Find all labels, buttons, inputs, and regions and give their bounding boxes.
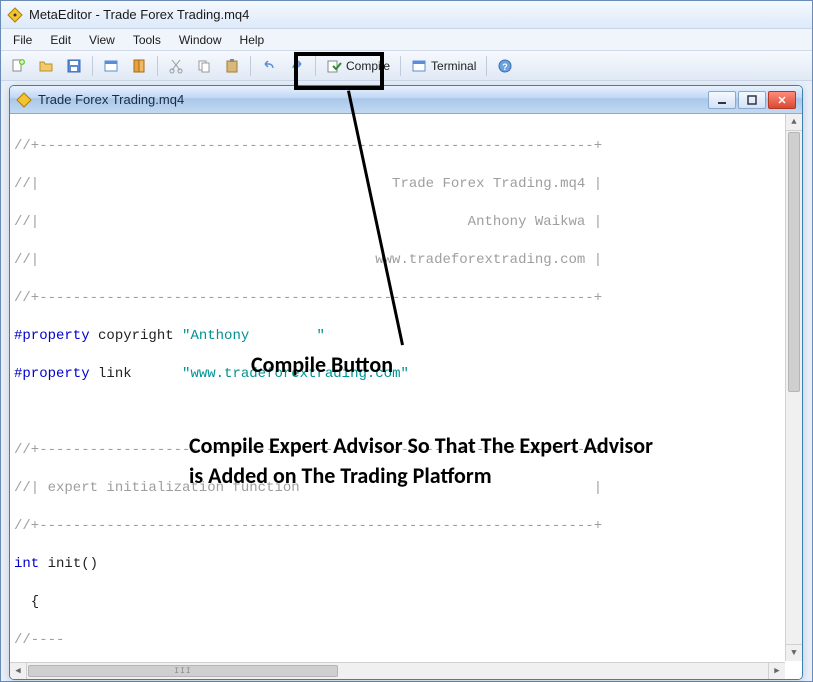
scroll-right-arrow[interactable]: ▶ (768, 663, 785, 679)
folder-open-icon (38, 58, 54, 74)
compile-label: Compile (346, 59, 390, 73)
open-button[interactable] (33, 54, 59, 78)
document-window: Trade Forex Trading.mq4 //+-------------… (9, 85, 803, 680)
vertical-scrollbar[interactable]: ▲ ▼ (785, 114, 802, 661)
toolbar-separator (486, 56, 487, 76)
scroll-left-arrow[interactable]: ◀ (10, 663, 27, 679)
scroll-down-arrow[interactable]: ▼ (786, 644, 802, 661)
cut-button[interactable] (163, 54, 189, 78)
help-button[interactable]: ? (492, 54, 518, 78)
new-button[interactable] (5, 54, 31, 78)
menu-file[interactable]: File (5, 31, 40, 49)
minimize-icon (717, 95, 727, 105)
app-icon (7, 7, 23, 23)
menu-window[interactable]: Window (171, 31, 230, 49)
client-area: Trade Forex Trading.mq4 //+-------------… (1, 81, 812, 681)
titlebar: MetaEditor - Trade Forex Trading.mq4 (1, 1, 812, 29)
horizontal-scrollbar[interactable]: ◀ III ▶ (10, 662, 785, 679)
save-button[interactable] (61, 54, 87, 78)
close-button[interactable] (768, 91, 796, 109)
save-icon (66, 58, 82, 74)
toolbar: Compile Terminal ? (1, 51, 812, 81)
new-file-icon (10, 58, 26, 74)
toolbar-separator (315, 56, 316, 76)
copy-icon (196, 58, 212, 74)
compile-icon (326, 58, 342, 74)
redo-button[interactable] (284, 54, 310, 78)
svg-text:?: ? (503, 62, 509, 72)
undo-button[interactable] (256, 54, 282, 78)
code-editor[interactable]: //+-------------------------------------… (10, 114, 802, 679)
terminal-button[interactable]: Terminal (406, 54, 481, 78)
main-window: MetaEditor - Trade Forex Trading.mq4 Fil… (0, 0, 813, 682)
toolbar-separator (92, 56, 93, 76)
help-icon: ? (497, 58, 513, 74)
terminal-icon (411, 58, 427, 74)
document-titlebar: Trade Forex Trading.mq4 (10, 86, 802, 114)
menubar: File Edit View Tools Window Help (1, 29, 812, 51)
document-icon (16, 92, 32, 108)
book-icon (131, 58, 147, 74)
window-icon (103, 58, 119, 74)
paste-icon (224, 58, 240, 74)
redo-icon (289, 58, 305, 74)
compile-button[interactable]: Compile (321, 54, 395, 78)
minimize-button[interactable] (708, 91, 736, 109)
maximize-icon (747, 95, 757, 105)
toolbar-separator (400, 56, 401, 76)
close-icon (777, 95, 787, 105)
navigator-button[interactable] (126, 54, 152, 78)
menu-edit[interactable]: Edit (42, 31, 79, 49)
terminal-label: Terminal (431, 59, 476, 73)
copy-button[interactable] (191, 54, 217, 78)
window-buttons (708, 91, 796, 109)
properties-button[interactable] (98, 54, 124, 78)
undo-icon (261, 58, 277, 74)
cut-icon (168, 58, 184, 74)
horizontal-scroll-thumb[interactable]: III (28, 665, 338, 677)
maximize-button[interactable] (738, 91, 766, 109)
scroll-up-arrow[interactable]: ▲ (786, 114, 802, 131)
menu-tools[interactable]: Tools (125, 31, 169, 49)
menu-view[interactable]: View (81, 31, 123, 49)
document-title: Trade Forex Trading.mq4 (38, 92, 708, 107)
app-title: MetaEditor - Trade Forex Trading.mq4 (29, 7, 249, 22)
paste-button[interactable] (219, 54, 245, 78)
toolbar-separator (157, 56, 158, 76)
menu-help[interactable]: Help (232, 31, 273, 49)
vertical-scroll-thumb[interactable] (788, 132, 800, 392)
toolbar-separator (250, 56, 251, 76)
